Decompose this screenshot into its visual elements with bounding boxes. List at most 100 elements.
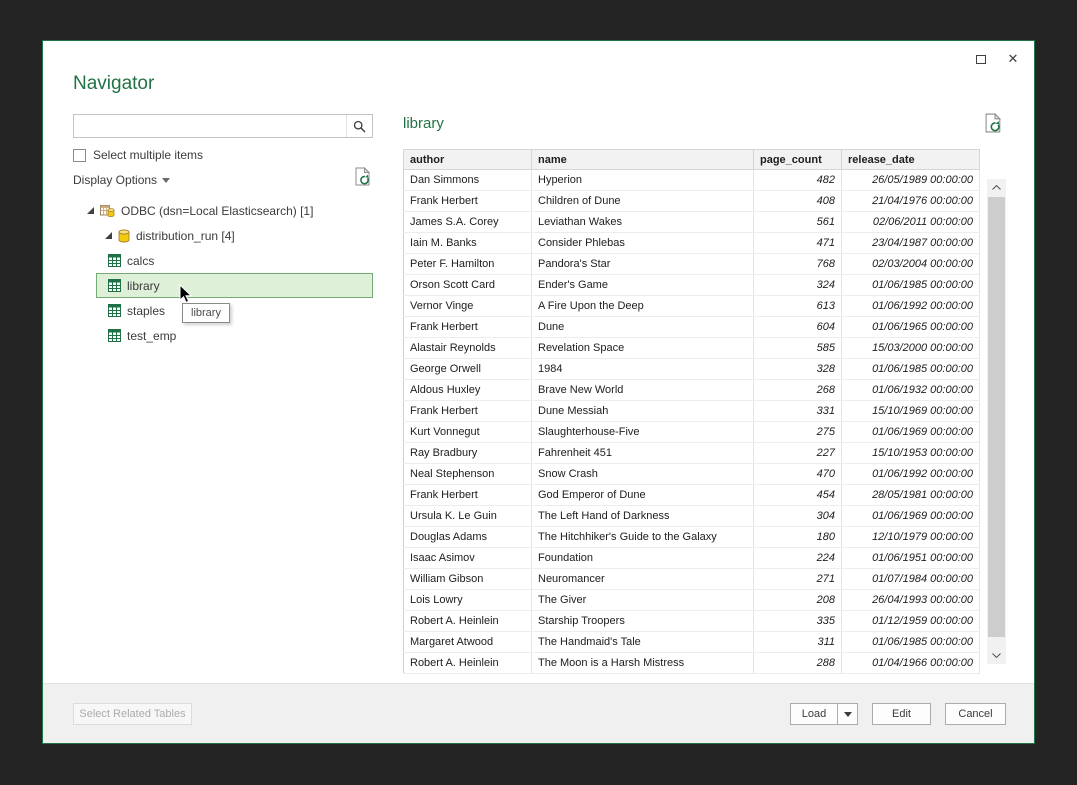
select-multiple-label: Select multiple items [93, 148, 203, 162]
table-cell: Slaughterhouse-Five [532, 422, 754, 443]
tree-item-odbc-dsn-local-elasticsearch-1[interactable]: ODBC (dsn=Local Elasticsearch) [1] [83, 198, 373, 223]
tree-item-staples[interactable]: staples [96, 298, 373, 323]
table-cell: 1984 [532, 359, 754, 380]
table-cell: James S.A. Corey [404, 212, 532, 233]
search-box [73, 114, 373, 138]
table-cell: 21/04/1976 00:00:00 [842, 191, 980, 212]
table-row: Lois LowryThe Giver20826/04/1993 00:00:0… [404, 590, 980, 611]
table-cell: 454 [754, 485, 842, 506]
table-row: Aldous HuxleyBrave New World26801/06/193… [404, 380, 980, 401]
table-cell: Orson Scott Card [404, 275, 532, 296]
table-cell: Leviathan Wakes [532, 212, 754, 233]
table-cell: 613 [754, 296, 842, 317]
table-cell: 768 [754, 254, 842, 275]
refresh-preview-button[interactable] [985, 113, 1003, 138]
table-cell: The Left Hand of Darkness [532, 506, 754, 527]
table-cell: Douglas Adams [404, 527, 532, 548]
table-cell: 224 [754, 548, 842, 569]
scroll-up-button[interactable] [987, 179, 1006, 196]
table-cell: 28/05/1981 00:00:00 [842, 485, 980, 506]
table-row: Kurt VonnegutSlaughterhouse-Five27501/06… [404, 422, 980, 443]
table-cell: 561 [754, 212, 842, 233]
table-cell: 26/04/1993 00:00:00 [842, 590, 980, 611]
table-header-row: authornamepage_countrelease_date [404, 150, 980, 170]
edit-button[interactable]: Edit [872, 703, 931, 725]
table-cell: 01/06/1985 00:00:00 [842, 275, 980, 296]
select-related-tables-button[interactable]: Select Related Tables [73, 703, 192, 725]
close-button[interactable]: ✕ [1002, 49, 1024, 69]
tree-item-label: distribution_run [4] [136, 229, 235, 243]
table-cell: 02/06/2011 00:00:00 [842, 212, 980, 233]
table-row: Isaac AsimovFoundation22401/06/1951 00:0… [404, 548, 980, 569]
search-input[interactable] [74, 115, 346, 137]
table-icon [108, 279, 121, 292]
cancel-button[interactable]: Cancel [945, 703, 1006, 725]
desktop-backdrop: ✕ Navigator Select multiple items Displa… [0, 0, 1077, 785]
tree-item-label: ODBC (dsn=Local Elasticsearch) [1] [121, 204, 313, 218]
expand-collapse-icon[interactable] [84, 206, 97, 215]
maximize-icon [976, 55, 986, 64]
load-button[interactable]: Load [790, 703, 838, 725]
table-cell: Alastair Reynolds [404, 338, 532, 359]
table-row: Ray BradburyFahrenheit 45122715/10/1953 … [404, 443, 980, 464]
tree-item-label: staples [127, 304, 165, 318]
table-cell: 471 [754, 233, 842, 254]
table-cell: 01/06/1969 00:00:00 [842, 506, 980, 527]
preview-scrollbar[interactable] [987, 179, 1006, 664]
table-cell: Isaac Asimov [404, 548, 532, 569]
search-button[interactable] [346, 115, 372, 137]
table-cell: Frank Herbert [404, 191, 532, 212]
tree-tooltip: library [182, 303, 230, 323]
tree-item-library[interactable]: library [96, 273, 373, 298]
table-cell: Dune Messiah [532, 401, 754, 422]
table-cell: Dune [532, 317, 754, 338]
load-dropdown-button[interactable] [837, 703, 858, 725]
maximize-button[interactable] [970, 49, 992, 69]
table-cell: 268 [754, 380, 842, 401]
refresh-file-icon [985, 113, 1003, 133]
table-row: Frank HerbertDune Messiah33115/10/1969 0… [404, 401, 980, 422]
table-cell: Dan Simmons [404, 170, 532, 191]
table-cell: The Giver [532, 590, 754, 611]
display-options-dropdown[interactable]: Display Options [73, 173, 170, 187]
table-cell: Children of Dune [532, 191, 754, 212]
table-row: Alastair ReynoldsRevelation Space58515/0… [404, 338, 980, 359]
table-cell: 01/07/1984 00:00:00 [842, 569, 980, 590]
table-row: George Orwell198432801/06/1985 00:00:00 [404, 359, 980, 380]
tree-item-calcs[interactable]: calcs [96, 248, 373, 273]
table-cell: 02/03/2004 00:00:00 [842, 254, 980, 275]
table-row: Orson Scott CardEnder's Game32401/06/198… [404, 275, 980, 296]
table-cell: 23/04/1987 00:00:00 [842, 233, 980, 254]
table-row: Frank HerbertDune60401/06/1965 00:00:00 [404, 317, 980, 338]
table-cell: 331 [754, 401, 842, 422]
tree-item-label: calcs [127, 254, 154, 268]
table-cell: Lois Lowry [404, 590, 532, 611]
table-row: Iain M. BanksConsider Phlebas47123/04/19… [404, 233, 980, 254]
table-row: Frank HerbertChildren of Dune40821/04/19… [404, 191, 980, 212]
table-cell: Revelation Space [532, 338, 754, 359]
table-cell: Kurt Vonnegut [404, 422, 532, 443]
table-cell: Ender's Game [532, 275, 754, 296]
scrollbar-thumb[interactable] [988, 197, 1005, 637]
search-icon [353, 120, 366, 133]
table-cell: 26/05/1989 00:00:00 [842, 170, 980, 191]
display-options-label: Display Options [73, 173, 157, 187]
expand-collapse-icon[interactable] [102, 231, 115, 240]
window-controls: ✕ [970, 49, 1024, 69]
table-cell: Aldous Huxley [404, 380, 532, 401]
tree-item-distribution-run-4[interactable]: distribution_run [4] [101, 223, 373, 248]
table-cell: 15/03/2000 00:00:00 [842, 338, 980, 359]
table-cell: Neuromancer [532, 569, 754, 590]
tree-item-test-emp[interactable]: test_emp [96, 323, 373, 348]
table-cell: God Emperor of Dune [532, 485, 754, 506]
table-row: James S.A. CoreyLeviathan Wakes56102/06/… [404, 212, 980, 233]
table-cell: Consider Phlebas [532, 233, 754, 254]
table-cell: 328 [754, 359, 842, 380]
table-icon [108, 304, 121, 317]
refresh-sources-button[interactable] [355, 167, 372, 191]
table-cell: 311 [754, 632, 842, 653]
close-icon: ✕ [1008, 51, 1019, 67]
scroll-down-button[interactable] [987, 647, 1006, 664]
select-multiple-checkbox[interactable] [73, 149, 86, 162]
table-row: Frank HerbertGod Emperor of Dune45428/05… [404, 485, 980, 506]
